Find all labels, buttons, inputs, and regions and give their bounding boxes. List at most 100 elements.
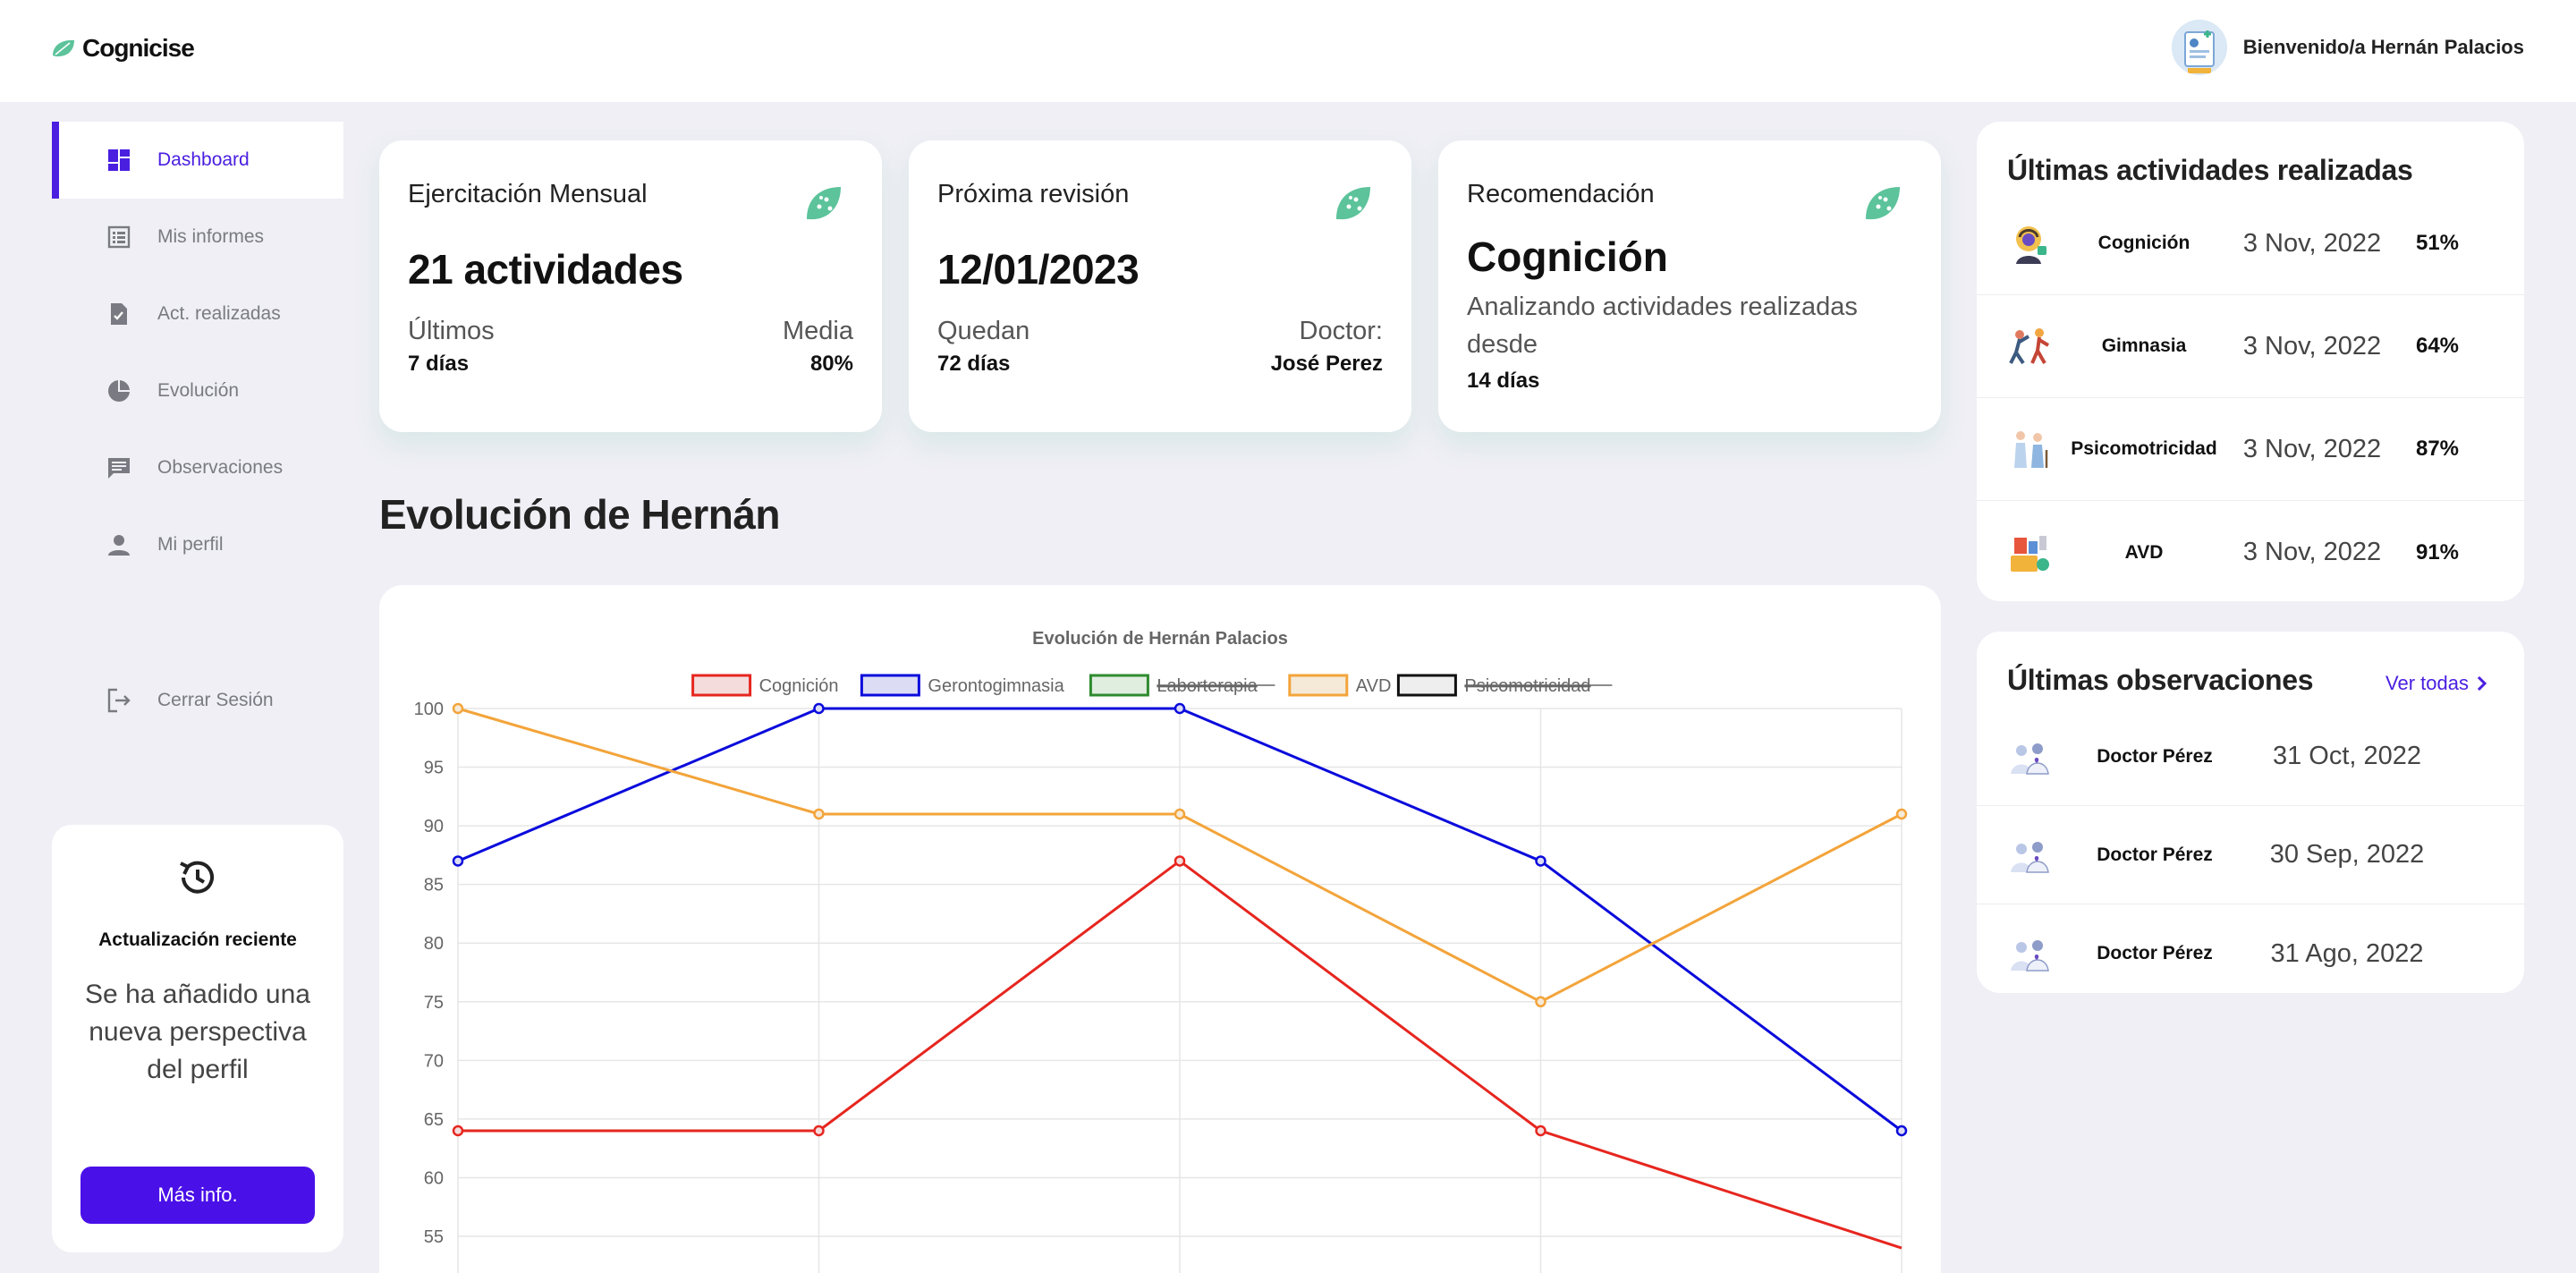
legend-swatch — [860, 674, 920, 697]
legend-swatch — [1089, 674, 1149, 697]
list-item[interactable]: Doctor Pérez 31 Ago, 2022 — [1977, 904, 2524, 1003]
logout-icon — [106, 687, 132, 714]
data-point — [452, 855, 464, 867]
data-point — [813, 1124, 825, 1137]
logout-label: Cerrar Sesión — [157, 690, 274, 710]
brain-person-icon — [2016, 226, 2046, 264]
card-label: Últimos — [408, 317, 495, 345]
see-all-label: Ver todas — [2385, 672, 2469, 694]
activity-name: AVD — [2124, 541, 2164, 563]
legend-label: Cognición — [759, 676, 839, 696]
y-tick-label: 60 — [424, 1168, 444, 1188]
sidebar: Dashboard Mis informes Act. realizadas E… — [52, 122, 343, 739]
sidebar-item-actividades[interactable]: Act. realizadas — [52, 276, 343, 352]
review-date: 12/01/2023 — [937, 246, 1140, 293]
y-tick-label: 90 — [424, 817, 444, 836]
card-value: 80% — [809, 352, 853, 376]
y-tick-label: 65 — [424, 1110, 444, 1130]
observation-date: 31 Oct, 2022 — [2272, 742, 2422, 770]
data-point — [813, 702, 825, 715]
sidebar-item-observaciones[interactable]: Observaciones — [52, 429, 343, 506]
sidebar-item-label: Act. realizadas — [157, 303, 281, 324]
card-value: José Perez — [1270, 352, 1383, 376]
doctor-card-icon — [2171, 20, 2227, 75]
more-info-button[interactable]: Más info. — [80, 1167, 315, 1224]
exercise-people-icon — [2009, 328, 2050, 365]
leaf-icon — [807, 187, 841, 220]
activity-date: 3 Nov, 2022 — [2242, 434, 2382, 463]
activity-percent: 51% — [2415, 231, 2460, 255]
top-bar: Cognicise Bienvenido/a Hernán Palacios — [0, 0, 2576, 102]
card-title: Recomendación — [1467, 180, 1655, 208]
list-item[interactable]: Doctor Pérez 30 Sep, 2022 — [1977, 806, 2524, 904]
app-logo[interactable]: Cognicise — [50, 34, 195, 63]
data-point — [1895, 808, 1908, 820]
legend-label: Psicomotricidad — [1464, 676, 1590, 696]
doctors-icon — [2011, 940, 2049, 972]
card-value: 72 días — [937, 352, 1011, 376]
chart-title: Evolución de Hernán Palacios — [1032, 629, 1288, 649]
chevron-right-icon — [2477, 675, 2487, 692]
document-check-icon — [106, 301, 132, 327]
y-tick-label: 55 — [424, 1227, 444, 1247]
sidebar-item-perfil[interactable]: Mi perfil — [52, 506, 343, 583]
evolution-line-chart: Evolución de Hernán Palacios Cognición Ger… — [414, 629, 1908, 1273]
recent-update-text: Se ha añadido una nueva perspectiva del … — [85, 980, 310, 1084]
welcome-text: Bienvenido/a Hernán Palacios — [2242, 36, 2524, 58]
sidebar-item-label: Observaciones — [157, 457, 284, 478]
history-clock-icon — [180, 861, 214, 894]
list-item[interactable]: Gimnasia 3 Nov, 2022 64% — [1977, 295, 2524, 398]
activity-percent: 91% — [2415, 539, 2460, 564]
recent-update-title: Actualización reciente — [98, 929, 297, 950]
legend-swatch — [1396, 674, 1457, 697]
activity-name: Gimnasia — [2101, 335, 2187, 356]
y-tick-label: 75 — [424, 993, 444, 1013]
data-point — [1174, 808, 1186, 820]
data-point — [1174, 702, 1186, 715]
observation-date: 31 Ago, 2022 — [2270, 938, 2424, 968]
recommendation-description: Analizando actividades realizadas desde — [1467, 293, 1858, 359]
card-title: Próxima revisión — [937, 180, 1130, 208]
leaf-icon — [1866, 187, 1900, 220]
see-all-link[interactable]: Ver todas — [2385, 672, 2488, 695]
doctors-icon — [2011, 841, 2049, 873]
sidebar-item-label: Dashboard — [157, 149, 250, 170]
list-item[interactable]: Doctor Pérez 31 Oct, 2022 — [1977, 708, 2524, 806]
activity-name: Psicomotricidad — [2071, 438, 2217, 459]
activity-date: 3 Nov, 2022 — [2242, 538, 2382, 566]
legend-label: AVD — [1356, 676, 1392, 696]
leaf-logo-icon — [53, 39, 74, 57]
comment-icon — [106, 454, 132, 481]
observation-author: Doctor Pérez — [2097, 745, 2213, 767]
y-tick-label: 70 — [424, 1051, 444, 1071]
person-icon — [106, 531, 132, 558]
evolution-chart-card: Evolución de Hernán Palacios Cognición Ger… — [379, 585, 1941, 1273]
recent-update-card: Actualización reciente Se ha añadido una… — [52, 825, 343, 1252]
card-label: Doctor: — [1299, 317, 1383, 345]
list-item[interactable]: Psicomotricidad 3 Nov, 2022 87% — [1977, 398, 2524, 501]
user-info[interactable]: Bienvenido/a Hernán Palacios — [2171, 20, 2524, 75]
sidebar-item-informes[interactable]: Mis informes — [52, 199, 343, 276]
observation-date: 30 Sep, 2022 — [2269, 840, 2425, 869]
logout-button[interactable]: Cerrar Sesión — [52, 662, 343, 739]
list-item[interactable]: AVD 3 Nov, 2022 91% — [1977, 501, 2524, 604]
monthly-exercise-card: Ejercitación Mensual 21 actividades Últi… — [379, 140, 882, 432]
data-point — [1535, 855, 1546, 867]
sidebar-item-dashboard[interactable]: Dashboard — [52, 122, 343, 199]
pie-chart-icon — [106, 378, 132, 404]
activity-percent: 64% — [2415, 334, 2460, 358]
y-tick-label: 80 — [424, 934, 444, 954]
list-item[interactable]: Cognición 3 Nov, 2022 51% — [1977, 192, 2524, 295]
data-point — [452, 1124, 464, 1137]
sidebar-item-evolucion[interactable]: Evolución — [52, 352, 343, 429]
elderly-couple-icon — [2014, 431, 2048, 468]
data-point — [1535, 1124, 1546, 1137]
leaf-icon — [1336, 187, 1370, 220]
card-value: 7 días — [408, 352, 470, 376]
legend-swatch — [1288, 674, 1349, 697]
recommendation-value: Cognición — [1467, 233, 1668, 280]
next-review-card: Próxima revisión 12/01/2023 Quedan 72 dí… — [909, 140, 1411, 432]
card-label: Quedan — [937, 317, 1030, 345]
card-label: Media — [783, 317, 853, 345]
avatar[interactable] — [2171, 20, 2227, 75]
